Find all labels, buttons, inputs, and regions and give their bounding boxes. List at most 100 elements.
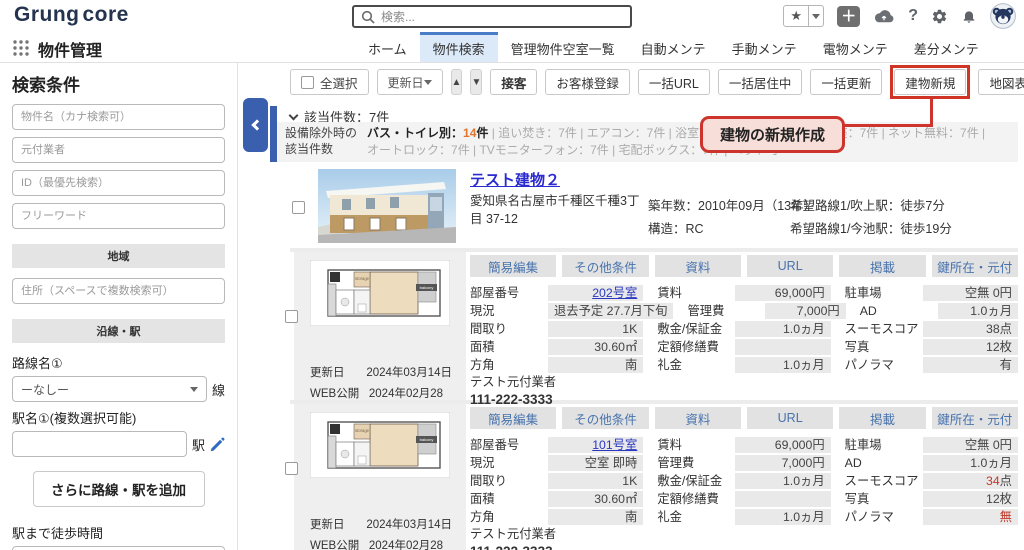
unit-dates: 更新日 2024年03月14日 WEB公開日 2024年02月28日 bbox=[310, 516, 452, 550]
nav-tab-auto-maintenance[interactable]: 自動メンテ bbox=[628, 32, 719, 62]
building-checkbox[interactable] bbox=[292, 201, 305, 214]
user-avatar[interactable] bbox=[990, 3, 1016, 29]
field-value: 30.60㎡ bbox=[548, 491, 644, 507]
gear-icon[interactable] bbox=[931, 8, 948, 25]
nav-tab-vacancy-list[interactable]: 管理物件空室一覧 bbox=[498, 32, 628, 62]
line-suffix: 線 bbox=[211, 382, 225, 398]
line-select-value: ーなしー bbox=[21, 382, 70, 397]
select-all-checkbox[interactable] bbox=[301, 75, 314, 89]
station-input[interactable] bbox=[12, 431, 187, 457]
tab-publish[interactable]: 掲載 bbox=[839, 255, 926, 277]
cloud-upload-icon[interactable] bbox=[873, 8, 895, 25]
line-name-label: 路線名① bbox=[12, 356, 63, 371]
listing-agent-input[interactable] bbox=[12, 137, 225, 163]
sort-descending-button[interactable]: ▼ bbox=[470, 69, 483, 95]
station-name-label: 駅名①(複数選択可能) bbox=[12, 411, 137, 426]
tab-key-location[interactable]: 鍵所在・元付 bbox=[931, 255, 1018, 277]
bulk-url-button[interactable]: 一括URL bbox=[637, 69, 710, 95]
tab-documents[interactable]: 資料 bbox=[654, 255, 741, 277]
field-value: 南 bbox=[548, 509, 644, 525]
page: Grungcore ★ ＋ ? 物件管理 ホーム 物件検索 管理物件空室一覧 自… bbox=[0, 0, 1024, 550]
field-value: 7,000円 bbox=[735, 455, 831, 471]
field-label: 駐車場 bbox=[844, 286, 882, 300]
id-input[interactable] bbox=[12, 170, 225, 196]
building-name-link[interactable]: テスト建物２ bbox=[470, 169, 560, 190]
unit-row-101: storage balcony 更新日 2024年03月14日 WEB公開日 202… bbox=[285, 404, 1018, 550]
nav-tab-property-search[interactable]: 物件検索 bbox=[419, 32, 498, 62]
help-icon[interactable]: ? bbox=[908, 7, 918, 25]
room-link[interactable]: 202号室 bbox=[548, 285, 644, 301]
nav-tab-diff-maintenance[interactable]: 差分メンテ bbox=[901, 32, 992, 62]
tab-other-conditions[interactable]: その他条件 bbox=[562, 255, 649, 277]
field-value: 30.60㎡ bbox=[548, 339, 644, 355]
customer-register-button[interactable]: お客様登録 bbox=[545, 69, 630, 95]
tab-url[interactable]: URL bbox=[746, 255, 834, 277]
nav-tab-manual-maintenance[interactable]: 手動メンテ bbox=[719, 32, 810, 62]
app-title: 物件管理 bbox=[38, 43, 103, 60]
field-label: 写真 bbox=[844, 492, 870, 506]
walk-time-select[interactable]: 徒歩 指定なし bbox=[12, 546, 225, 550]
bell-icon[interactable] bbox=[961, 7, 977, 25]
unit-checkbox[interactable] bbox=[285, 310, 298, 323]
tab-key-location[interactable]: 鍵所在・元付 bbox=[931, 407, 1018, 429]
tab-quick-edit[interactable]: 簡易編集 bbox=[470, 407, 557, 429]
waffle-menu-icon[interactable] bbox=[12, 39, 30, 57]
global-search[interactable] bbox=[352, 5, 632, 28]
tab-other-conditions[interactable]: その他条件 bbox=[562, 407, 649, 429]
field-label: 部屋番号 bbox=[470, 286, 520, 300]
tab-publish[interactable]: 掲載 bbox=[839, 407, 926, 429]
pencil-edit-icon[interactable] bbox=[210, 437, 225, 452]
floorplan-image[interactable]: storage balcony bbox=[310, 260, 450, 326]
field-value: 1.0ヵ月 bbox=[735, 473, 831, 489]
results-accent-bar bbox=[270, 106, 277, 162]
nav-tab-denbutsu-maintenance[interactable]: 電物メンテ bbox=[810, 32, 901, 62]
new-building-button[interactable]: 建物新規 bbox=[894, 69, 967, 95]
floorplan-image[interactable]: storage balcony bbox=[310, 412, 450, 478]
logo-part-1: Grung bbox=[14, 3, 80, 26]
favorites-button[interactable]: ★ bbox=[783, 5, 825, 27]
header-icons: ★ ＋ ? bbox=[783, 3, 1016, 29]
station-line-2: 希望路線1/今池駅：徒歩19分 bbox=[790, 221, 952, 236]
sort-select[interactable]: 更新日 bbox=[376, 69, 443, 95]
tab-url[interactable]: URL bbox=[746, 407, 834, 429]
nav-tab-home[interactable]: ホーム bbox=[355, 32, 420, 62]
field-label: パノラマ bbox=[844, 358, 894, 372]
field-label: 礼金 bbox=[657, 510, 682, 524]
app-logo[interactable]: Grung core bbox=[14, 3, 132, 27]
bulk-update-button[interactable]: 一括更新 bbox=[810, 69, 883, 95]
tab-quick-edit[interactable]: 簡易編集 bbox=[470, 255, 557, 277]
room-link[interactable]: 101号室 bbox=[548, 437, 644, 453]
bulk-living-button[interactable]: 一括居住中 bbox=[717, 69, 803, 95]
address-input[interactable] bbox=[12, 278, 225, 304]
section-line-station: 沿線・駅 bbox=[12, 319, 225, 343]
field-label: 間取り bbox=[470, 322, 507, 336]
select-all-button[interactable]: 全選択 bbox=[290, 69, 369, 95]
add-line-station-button[interactable]: さらに路線・駅を追加 bbox=[32, 471, 205, 507]
field-label: 方角 bbox=[470, 510, 495, 524]
map-view-button[interactable]: 地図表示 bbox=[978, 69, 1024, 95]
field-value: 7,000円 bbox=[765, 303, 846, 319]
chevron-down-icon bbox=[288, 110, 299, 120]
unit-table: 簡易編集 その他条件 資料 URL 掲載 鍵所在・元付 部屋番号 202号室 賃料… bbox=[470, 252, 1018, 375]
property-name-input[interactable] bbox=[12, 104, 225, 130]
chevron-down-icon bbox=[812, 14, 821, 23]
star-icon[interactable]: ★ bbox=[783, 5, 810, 27]
field-value bbox=[735, 491, 831, 507]
sidebar-collapse-button[interactable] bbox=[243, 98, 268, 152]
global-search-input[interactable] bbox=[381, 9, 623, 24]
field-value: 南 bbox=[548, 357, 644, 373]
tab-documents[interactable]: 資料 bbox=[654, 407, 741, 429]
field-label: 方角 bbox=[470, 358, 495, 372]
stats-label: 設備除外時の 該当件数 bbox=[285, 126, 358, 156]
unit-checkbox[interactable] bbox=[285, 462, 298, 475]
building-photo[interactable] bbox=[318, 169, 456, 243]
sort-ascending-button[interactable]: ▲ bbox=[450, 69, 463, 95]
sort-select-value: 更新日 bbox=[387, 75, 424, 90]
favorites-caret[interactable] bbox=[809, 5, 825, 27]
reception-button[interactable]: 接客 bbox=[490, 69, 538, 95]
annotation-leader-vertical bbox=[930, 96, 933, 127]
free-word-input[interactable] bbox=[12, 203, 225, 229]
add-button[interactable]: ＋ bbox=[837, 5, 861, 27]
line-select[interactable]: ーなしー bbox=[12, 376, 207, 402]
field-value: 1.0ヵ月 bbox=[735, 357, 831, 373]
